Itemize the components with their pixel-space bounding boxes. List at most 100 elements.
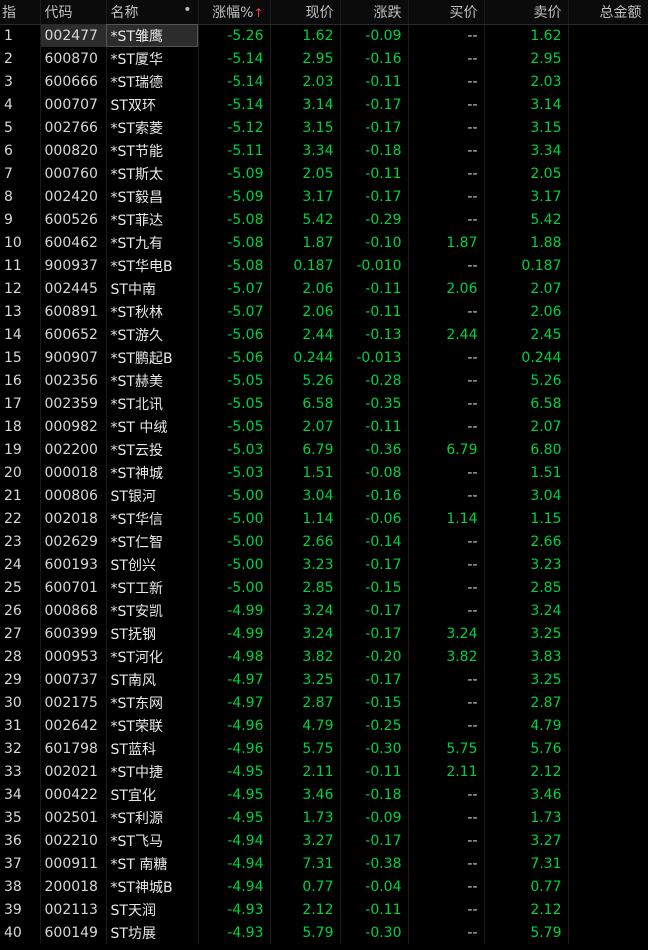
change-pct: -5.14	[198, 47, 271, 70]
ask-price: 6.80	[484, 438, 569, 461]
column-header-ask[interactable]: 卖价	[484, 0, 569, 25]
column-header-index[interactable]: 指	[0, 0, 41, 25]
row-index: 16	[0, 369, 41, 392]
stock-name-text: *ST东网	[110, 695, 163, 712]
table-row[interactable]: 14 600652 *ST游久 -5.06 2.44 -0.13 2.44 2.45 4440万	[0, 323, 648, 346]
table-row[interactable]: 36 002210 *ST飞马 -4.94 3.27 -0.17 -- 3.27 1.63亿	[0, 829, 648, 852]
bid-price: --	[408, 783, 485, 806]
column-header-amount[interactable]: 总金额	[568, 0, 648, 25]
stock-code-text: 002629	[44, 533, 98, 550]
table-row[interactable]: 16 002356 *ST赫美 -5.05 5.26 -0.28 -- 5.26 1.51亿	[0, 369, 648, 392]
price-change-text: -0.17	[365, 602, 402, 619]
bid-price-text: --	[467, 418, 478, 435]
ask-price-text: 2.03	[530, 73, 562, 90]
table-row[interactable]: 39 002113 ST天润 -4.93 2.12 -0.11 -- 2.12 6014万	[0, 898, 648, 921]
row-index: 34	[0, 783, 41, 806]
price-change-text: -0.17	[365, 832, 402, 849]
table-row[interactable]: 29 000737 ST南风 -4.97 3.25 -0.17 -- 3.25 1324万	[0, 668, 648, 691]
table-row[interactable]: 22 002018 *ST华信 -5.00 1.14 -0.06 1.14 1.15 2694万	[0, 507, 648, 530]
table-row[interactable]: 34 000422 ST宜化 -4.95 3.46 -0.18 -- 3.46 6989万	[0, 783, 648, 806]
total-amount-text: 3589万	[591, 626, 642, 643]
stock-name: ST坊展	[106, 921, 199, 944]
table-row[interactable]: 12 002445 ST中南 -5.07 2.06 -0.11 2.06 2.07 2487万	[0, 277, 648, 300]
stock-name-text: ST抚钢	[110, 626, 156, 643]
price-change: -0.11	[340, 415, 409, 438]
table-row[interactable]: 27 600399 ST抚钢 -4.99 3.24 -0.17 3.24 3.25 3589万	[0, 622, 648, 645]
table-row[interactable]: 33 002021 *ST中捷 -4.95 2.11 -0.11 2.11 2.12 2672万	[0, 760, 648, 783]
table-row[interactable]: 10 600462 *ST九有 -5.08 1.87 -0.10 1.87 1.88 2396万	[0, 231, 648, 254]
table-row[interactable]: 30 002175 *ST东网 -4.97 2.87 -0.15 -- 2.87 8656万	[0, 691, 648, 714]
bid-price-text: --	[467, 303, 478, 320]
current-price-text: 3.46	[302, 786, 334, 803]
table-row[interactable]: 7 000760 *ST斯太 -5.09 2.05 -0.11 -- 2.05 7069万	[0, 162, 648, 185]
total-amount: 1324万	[568, 668, 648, 691]
table-row[interactable]: 23 002629 *ST仁智 -5.00 2.66 -0.14 -- 2.66 7209万	[0, 530, 648, 553]
table-row[interactable]: 3 600666 *ST瑞德 -5.14 2.03 -0.11 -- 2.03 1.73亿	[0, 70, 648, 93]
price-change-text: -0.20	[365, 648, 402, 665]
stock-name-text: ST宜化	[110, 787, 156, 804]
table-row[interactable]: 37 000911 *ST 南糖 -4.94 7.31 -0.38 -- 7.31 6670万	[0, 852, 648, 875]
row-index: 8	[0, 185, 41, 208]
bid-price: 3.82	[408, 645, 485, 668]
bid-price: 1.87	[408, 231, 485, 254]
table-row[interactable]: 40 600149 ST坊展 -4.93 5.79 -0.30 -- 5.79 3872万	[0, 921, 648, 944]
column-header-change-pct[interactable]: 涨幅%↑	[198, 0, 271, 25]
stock-code: 002420	[40, 185, 107, 208]
price-change-text: -0.18	[365, 786, 402, 803]
ask-price: 3.14	[484, 93, 569, 116]
change-pct-text: -5.12	[227, 119, 264, 136]
table-row[interactable]: 28 000953 *ST河化 -4.98 3.82 -0.20 3.82 3.83 1050万	[0, 645, 648, 668]
column-menu-dot-icon[interactable]: •	[183, 2, 197, 18]
stock-name: ST双环	[106, 93, 199, 116]
row-index: 2	[0, 47, 41, 70]
column-header-delta[interactable]: 涨跌	[340, 0, 409, 25]
ask-price-text: 2.66	[530, 533, 562, 550]
table-row[interactable]: 9 600526 *ST菲达 -5.08 5.42 -0.29 -- 5.42 3618万	[0, 208, 648, 231]
stock-name-text: ST双环	[110, 97, 156, 114]
table-row[interactable]: 15 900907 *ST鹏起B -5.06 0.244 -0.013 -- 0.244 1.9…	[0, 346, 648, 369]
column-header-bid[interactable]: 买价	[408, 0, 485, 25]
table-row[interactable]: 21 000806 ST银河 -5.00 3.04 -0.16 -- 3.04 8067万	[0, 484, 648, 507]
table-row[interactable]: 31 002642 *ST荣联 -4.96 4.79 -0.25 -- 4.79 5601万	[0, 714, 648, 737]
table-row[interactable]: 5 002766 *ST索菱 -5.12 3.15 -0.17 -- 3.15 9114万	[0, 116, 648, 139]
stock-name: *ST瑞德	[106, 70, 199, 93]
stock-name: *ST工新	[106, 576, 199, 599]
ask-price: 2.07	[484, 277, 569, 300]
column-header-name[interactable]: 名称 •	[106, 0, 199, 25]
stock-code-text: 002356	[44, 372, 98, 389]
table-row[interactable]: 20 000018 *ST神城 -5.03 1.51 -0.08 -- 1.51 4100万	[0, 461, 648, 484]
table-row[interactable]: 24 600193 ST创兴 -5.00 3.23 -0.17 -- 3.23 2291万	[0, 553, 648, 576]
table-row[interactable]: 18 000982 *ST 中绒 -5.05 2.07 -0.11 -- 2.07 6327万	[0, 415, 648, 438]
table-row[interactable]: 32 601798 ST蓝科 -4.96 5.75 -0.30 5.75 5.76 1574万	[0, 737, 648, 760]
column-header-code[interactable]: 代码	[40, 0, 107, 25]
change-pct-text: -4.96	[227, 717, 264, 734]
table-row[interactable]: 25 600701 *ST工新 -5.00 2.85 -0.15 -- 2.85 7727万	[0, 576, 648, 599]
stock-name: *ST华电B	[106, 254, 199, 277]
table-row[interactable]: 17 002359 *ST北讯 -5.05 6.58 -0.35 -- 6.58 448万	[0, 392, 648, 415]
current-price-text: 2.44	[302, 326, 334, 343]
table-row[interactable]: 6 000820 *ST节能 -5.11 3.34 -0.18 -- 3.34 4500万	[0, 139, 648, 162]
table-row[interactable]: 4 000707 ST双环 -5.14 3.14 -0.17 -- 3.14 2419万	[0, 93, 648, 116]
bid-price: --	[408, 461, 485, 484]
current-price-text: 5.79	[302, 924, 334, 941]
price-change: -0.30	[340, 737, 409, 760]
table-row[interactable]: 8 002420 *ST毅昌 -5.09 3.17 -0.17 -- 3.17 1964万	[0, 185, 648, 208]
table-row[interactable]: 38 200018 *ST神城B -4.94 0.77 -0.04 -- 0.77 106万	[0, 875, 648, 898]
table-row[interactable]: 35 002501 *ST利源 -4.95 1.73 -0.09 -- 1.73 7421万	[0, 806, 648, 829]
price-change-text: -0.10	[365, 234, 402, 251]
column-header-price[interactable]: 现价	[270, 0, 341, 25]
table-row[interactable]: 19 002200 *ST云投 -5.03 6.79 -0.36 6.79 6.80 2446万	[0, 438, 648, 461]
stock-name-text: *ST索菱	[110, 120, 163, 137]
stock-code: 600149	[40, 921, 107, 944]
table-row[interactable]: 13 600891 *ST秋林 -5.07 2.06 -0.11 -- 2.06 4684万	[0, 300, 648, 323]
change-pct: -4.99	[198, 599, 271, 622]
current-price: 2.12	[270, 898, 341, 921]
ask-price: 1.51	[484, 461, 569, 484]
price-change: -0.17	[340, 599, 409, 622]
table-row[interactable]: 2 600870 *ST厦华 -5.14 2.95 -0.16 -- 2.95 1732万	[0, 47, 648, 70]
table-row[interactable]: 26 000868 *ST安凯 -4.99 3.24 -0.17 -- 3.24 7234万	[0, 599, 648, 622]
table-row[interactable]: 1 002477 *ST雏鹰 -5.26 1.62 -0.09 -- 1.62 3.35亿	[0, 24, 648, 47]
table-row[interactable]: 11 900937 *ST华电B -5.08 0.187 -0.010 -- 0.187 21.…	[0, 254, 648, 277]
total-amount: 4500万	[568, 139, 648, 162]
change-pct: -5.03	[198, 438, 271, 461]
